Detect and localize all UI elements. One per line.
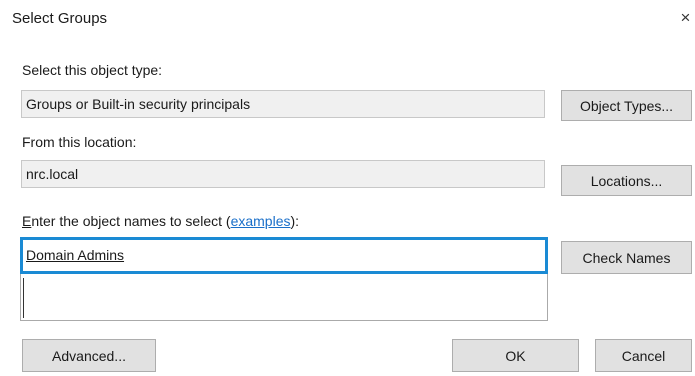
object-names-label-text: nter the object names to select ( [31, 213, 231, 229]
locations-button[interactable]: Locations... [561, 165, 692, 196]
check-names-button[interactable]: Check Names [561, 241, 692, 274]
object-type-field: Groups or Built-in security principals [21, 90, 545, 118]
examples-link[interactable]: examples [231, 213, 291, 229]
close-icon[interactable]: × [676, 8, 695, 28]
object-names-label: Enter the object names to select (exampl… [22, 213, 299, 229]
advanced-button[interactable]: Advanced... [22, 339, 156, 372]
cancel-button[interactable]: Cancel [595, 339, 692, 372]
object-names-label-accesskey: E [22, 213, 32, 229]
object-type-label: Select this object type: [22, 62, 163, 78]
object-names-label-suffix: ): [290, 213, 300, 229]
location-field: nrc.local [21, 160, 545, 188]
ok-button[interactable]: OK [452, 339, 579, 372]
text-caret [23, 278, 24, 318]
object-types-button[interactable]: Object Types... [561, 90, 692, 121]
location-label: From this location: [22, 134, 137, 150]
dialog-title: Select Groups [12, 10, 108, 27]
object-names-value[interactable]: Domain Admins [26, 247, 124, 263]
